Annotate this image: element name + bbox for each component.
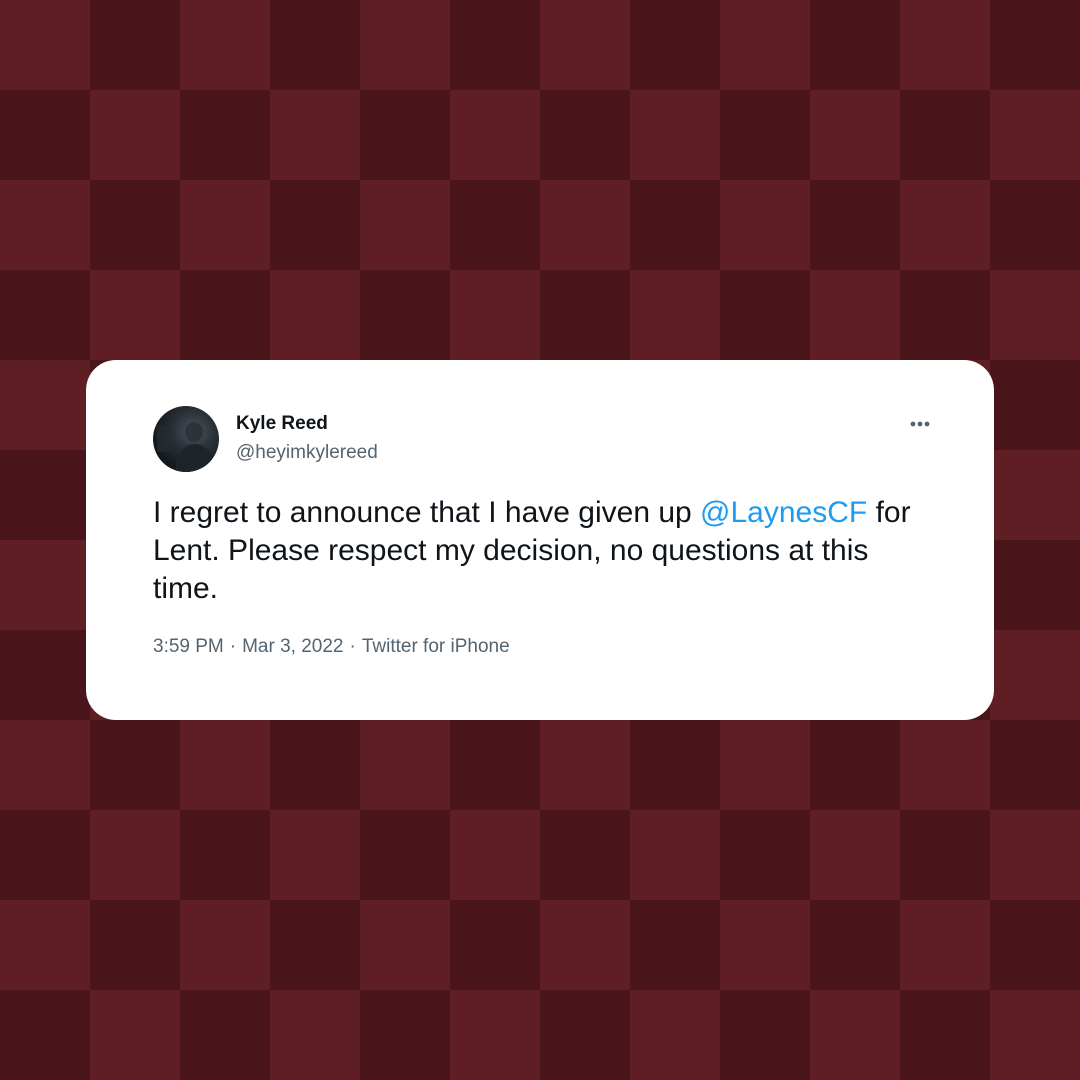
profile-photo-icon xyxy=(157,422,215,472)
tweet-source[interactable]: Twitter for iPhone xyxy=(362,636,510,657)
tweet-text: I regret to announce that I have given u… xyxy=(153,494,933,608)
author-name[interactable]: Kyle Reed xyxy=(236,412,328,436)
more-options-icon xyxy=(910,421,930,427)
tweet-card[interactable]: Kyle Reed @heyimkylereed I regret to ann… xyxy=(86,360,994,720)
author-avatar[interactable] xyxy=(153,406,219,472)
mention-link[interactable]: @LaynesCF xyxy=(700,496,867,529)
tweet-metadata: 3:59 PM · Mar 3, 2022 · Twitter for iPhone xyxy=(153,635,510,659)
meta-separator: · xyxy=(229,636,237,657)
tweet-time[interactable]: 3:59 PM xyxy=(153,636,224,657)
author-handle[interactable]: @heyimkylereed xyxy=(236,441,378,465)
more-options-button[interactable] xyxy=(904,412,936,436)
tweet-text-start: I regret to announce that I have given u… xyxy=(153,496,701,529)
tweet-date[interactable]: Mar 3, 2022 xyxy=(242,636,343,657)
meta-separator: · xyxy=(349,636,356,657)
